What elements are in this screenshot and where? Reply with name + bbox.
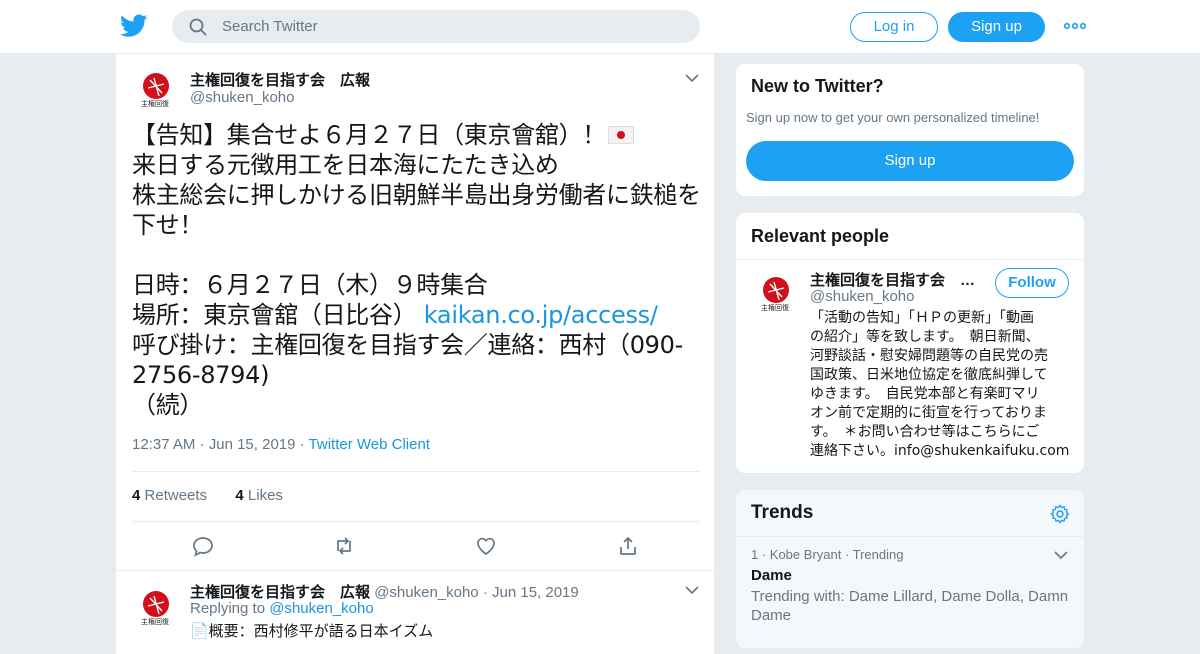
chevron-down-icon[interactable] (685, 73, 699, 83)
replying-to-handle[interactable]: @shuken_koho (269, 600, 373, 617)
tweet-text: 【告知】集合せよ６月２７日（東京會舘）！ 来日する元徴用工を日本海にたたき込め … (132, 120, 702, 420)
new-to-twitter-title: New to Twitter? (751, 76, 884, 96)
avatar[interactable]: 主権回復 (132, 584, 178, 630)
share-icon[interactable] (616, 534, 640, 558)
relevant-people-card: Relevant people 主権回復 主権回復を目指す会 … @shuken… (735, 212, 1085, 474)
tweet-author-handle[interactable]: @shuken_koho (190, 89, 294, 106)
like-heart-icon[interactable] (474, 534, 498, 558)
likes-count[interactable]: 4 (235, 487, 243, 504)
search-box[interactable] (172, 10, 700, 43)
bio-line: ゆきます。 自民党本部と有楽町マリ (810, 386, 1040, 402)
svg-text:主権回復: 主権回復 (761, 303, 789, 312)
twitter-logo-icon[interactable] (120, 13, 148, 39)
tweet-time[interactable]: 12:37 AM (132, 436, 195, 453)
follow-button[interactable]: Follow (995, 268, 1069, 298)
reply-author-handle[interactable]: @shuken_koho (374, 584, 478, 601)
avatar-logo-icon: 主権回復 (752, 270, 798, 316)
tweet-author-name[interactable]: 主権回復を目指す会 広報 (190, 69, 370, 90)
retweet-icon[interactable] (332, 534, 356, 558)
tweet-line: 日時：６月２７日（木）９時集合 (132, 271, 488, 299)
tweet-line: 来日する元徴用工を日本海にたたき込め (132, 151, 559, 179)
avatar-logo-icon: 主権回復 (132, 584, 178, 630)
tweet-line: （続） (132, 391, 204, 419)
tweet-line (132, 240, 702, 270)
avatar[interactable]: 主権回復 (132, 66, 178, 112)
tweet-line: 株主総会に押しかける旧朝鮮半島出身労働者に鉄槌を (132, 181, 701, 209)
bio-line: 連絡下さい。info@shukenkaifuku.com (810, 443, 1070, 459)
retweets-count[interactable]: 4 (132, 487, 140, 504)
japan-flag-icon (608, 126, 634, 144)
tweet-stats: 4 Retweets 4 Likes (132, 487, 283, 504)
trend-name[interactable]: Dame (751, 567, 792, 584)
retweets-label[interactable]: Retweets (145, 487, 208, 504)
trends-title: Trends (751, 502, 814, 523)
divider (132, 471, 700, 472)
tweet-line: 2756-8794) (132, 361, 270, 389)
signup-button[interactable]: Sign up (948, 12, 1045, 42)
avatar-logo-icon: 主権回復 (132, 66, 178, 112)
tweet-separator (116, 570, 714, 571)
trends-card: Trends 1 · Kobe Bryant · Trending Dame T… (735, 489, 1085, 649)
divider (736, 259, 1084, 260)
tweet-detail-panel: 主権回復 主権回復を目指す会 広報 @shuken_koho 【告知】集合せよ６… (115, 54, 715, 654)
divider (132, 521, 700, 522)
reply-author-name[interactable]: 主権回復を目指す会 広報 (190, 584, 370, 601)
tweet-line: 【告知】集合せよ６月２７日（東京會舘）！ (132, 121, 606, 149)
bio-line: オン前で定期的に街宣を行っておりま (810, 405, 1047, 421)
bio-line: 「活動の告知」「ＨＰの更新」「動画 (810, 310, 1034, 326)
more-options-icon[interactable] (1064, 18, 1086, 34)
trend-meta: 1 · Kobe Bryant · Trending (751, 547, 904, 562)
trend-item[interactable]: 1 · Kobe Bryant · Trending Dame Trending… (736, 537, 1084, 648)
reply-text-preview: 📄概要：西村修平が語る日本イズム (190, 623, 434, 640)
sidebar-signup-button[interactable]: Sign up (746, 141, 1074, 181)
bio-line: す。 ＊お問い合わせ等はこちらにご (810, 424, 1040, 440)
search-input[interactable] (222, 10, 682, 43)
chevron-down-icon[interactable] (1054, 550, 1068, 560)
search-icon (189, 18, 207, 36)
reply-date[interactable]: Jun 15, 2019 (492, 584, 579, 601)
tweet-line: 下せ！ (132, 211, 204, 239)
top-navigation-bar: Log in Sign up (0, 0, 1200, 54)
tweet-date[interactable]: Jun 15, 2019 (209, 436, 296, 453)
avatar[interactable]: 主権回復 (752, 270, 798, 316)
relevant-person-handle[interactable]: @shuken_koho (810, 288, 914, 305)
new-to-twitter-subtitle: Sign up now to get your own personalized… (746, 110, 1040, 125)
tweet-link[interactable]: kaikan.co.jp/access/ (424, 301, 658, 329)
tweet-line: 呼び掛け：主権回復を目指す会／連絡：西村（090- (132, 331, 683, 359)
relevant-person-name[interactable]: 主権回復を目指す会 … (810, 269, 975, 290)
login-button[interactable]: Log in (850, 12, 938, 42)
reply-icon[interactable] (191, 534, 215, 558)
trend-description: Dame (751, 607, 792, 624)
likes-label[interactable]: Likes (248, 487, 283, 504)
svg-text:主権回復: 主権回復 (141, 99, 169, 108)
tweet-client[interactable]: Twitter Web Client (309, 436, 430, 453)
replying-to: Replying to @shuken_koho (190, 600, 374, 617)
trend-description: Trending with: Dame Lillard, Dame Dolla,… (751, 588, 1069, 605)
relevant-person-bio: 「活動の告知」「ＨＰの更新」「動画 の紹介」等を致します。 朝日新聞、 河野談話… (810, 309, 1072, 461)
tweet-line: 場所：東京會舘（日比谷） (132, 301, 417, 329)
reply-tweet-header: 主権回復を目指す会 広報 @shuken_koho · Jun 15, 2019 (190, 584, 579, 601)
tweet-metadata: 12:37 AM · Jun 15, 2019 · Twitter Web Cl… (132, 436, 430, 453)
svg-text:主権回復: 主権回復 (141, 617, 169, 626)
bio-line: 河野談話・慰安婦問題等の自民党の売 (810, 348, 1048, 364)
replying-to-label: Replying to (190, 600, 266, 617)
relevant-people-title: Relevant people (751, 226, 890, 246)
bio-line: の紹介」等を致します。 朝日新聞、 (810, 329, 1040, 345)
bio-line: 国政策、日米地位協定を徹底糾弾して (810, 367, 1048, 383)
chevron-down-icon[interactable] (685, 585, 699, 595)
new-to-twitter-card: New to Twitter? Sign up now to get your … (735, 63, 1085, 197)
settings-gear-icon[interactable] (1049, 503, 1071, 525)
